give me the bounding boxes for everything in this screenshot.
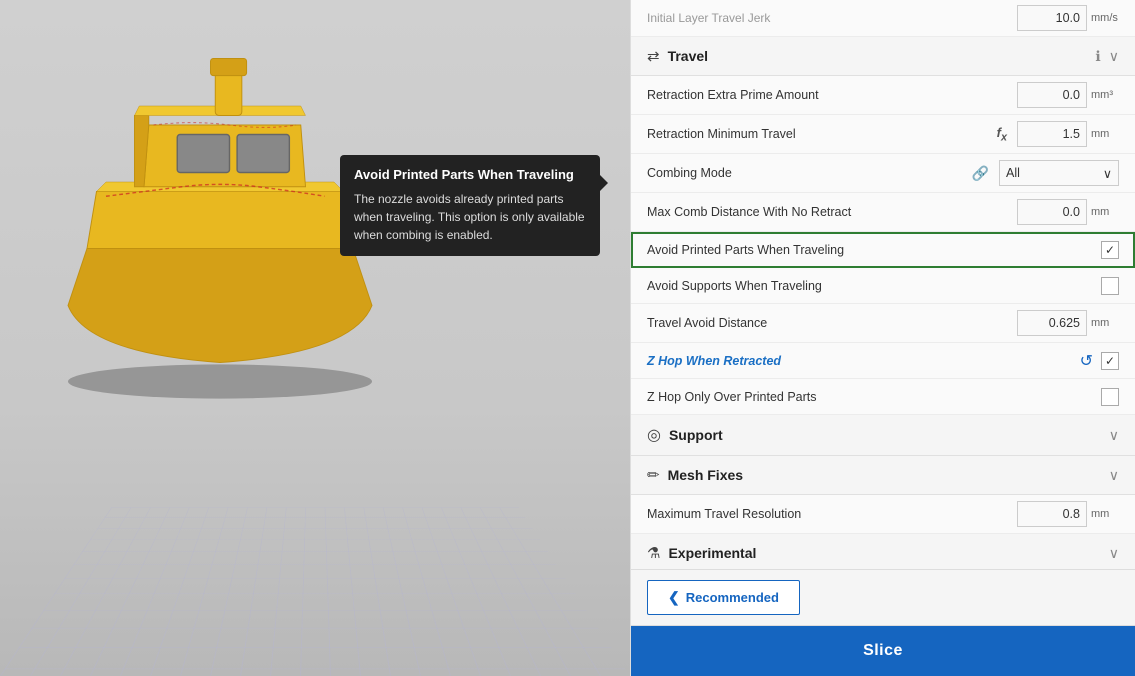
travel-chevron-icon[interactable]: ∨ — [1109, 48, 1119, 65]
max-travel-resolution-input[interactable] — [1017, 501, 1087, 527]
retraction-min-travel-value-group: fx mm — [997, 121, 1119, 147]
retraction-min-travel-input[interactable] — [1017, 121, 1087, 147]
support-icon: ◎ — [647, 425, 661, 445]
recommended-bar: ❮ Recommended — [631, 569, 1135, 625]
travel-section-header[interactable]: ⇄ Travel ℹ ∨ — [631, 37, 1135, 76]
max-travel-resolution-value-group: mm — [1017, 501, 1119, 527]
retraction-extra-prime-input[interactable] — [1017, 82, 1087, 108]
tooltip: Avoid Printed Parts When Traveling The n… — [340, 155, 600, 256]
avoid-supports-row: Avoid Supports When Traveling — [631, 268, 1135, 304]
retraction-extra-prime-value-group: mm³ — [1017, 82, 1119, 108]
retraction-extra-prime-row: Retraction Extra Prime Amount mm³ — [631, 76, 1135, 115]
retraction-min-travel-label: Retraction Minimum Travel — [647, 127, 997, 141]
max-comb-distance-input[interactable] — [1017, 199, 1087, 225]
max-comb-distance-label: Max Comb Distance With No Retract — [647, 205, 1017, 219]
experimental-chevron-icon[interactable]: ∨ — [1109, 545, 1119, 562]
max-travel-resolution-row: Maximum Travel Resolution mm — [631, 495, 1135, 534]
max-travel-resolution-unit: mm — [1091, 508, 1119, 520]
max-comb-distance-value-group: mm — [1017, 199, 1119, 225]
travel-info-icon[interactable]: ℹ — [1095, 48, 1100, 65]
chevron-left-icon: ❮ — [668, 589, 680, 606]
grid-floor — [0, 508, 630, 676]
avoid-printed-parts-value-group: ✓ — [1101, 241, 1119, 259]
settings-scroll-area[interactable]: Initial Layer Travel Jerk mm/s ⇄ Travel … — [631, 0, 1135, 569]
combing-mode-row: Combing Mode 🔗 All ∨ — [631, 154, 1135, 193]
retraction-min-travel-row: Retraction Minimum Travel fx mm — [631, 115, 1135, 154]
fx-icon[interactable]: fx — [997, 125, 1007, 144]
3d-viewport[interactable]: Avoid Printed Parts When Traveling The n… — [0, 0, 630, 676]
mesh-fixes-chevron-icon[interactable]: ∨ — [1109, 467, 1119, 484]
initial-layer-jerk-input[interactable] — [1017, 5, 1087, 31]
initial-layer-jerk-unit: mm/s — [1091, 12, 1119, 24]
mesh-fixes-section-title: Mesh Fixes — [668, 467, 1109, 483]
retraction-extra-prime-unit: mm³ — [1091, 89, 1119, 101]
recommended-btn-label: Recommended — [686, 590, 779, 605]
tooltip-title: Avoid Printed Parts When Traveling — [354, 167, 586, 182]
avoid-supports-label: Avoid Supports When Traveling — [647, 279, 1101, 293]
slice-bar: Slice — [631, 625, 1135, 676]
initial-layer-jerk-row: Initial Layer Travel Jerk mm/s — [631, 0, 1135, 37]
slice-button[interactable]: Slice — [631, 626, 1135, 676]
travel-avoid-distance-input[interactable] — [1017, 310, 1087, 336]
max-comb-distance-row: Max Comb Distance With No Retract mm — [631, 193, 1135, 232]
travel-avoid-distance-unit: mm — [1091, 317, 1119, 329]
link-icon[interactable]: 🔗 — [972, 165, 989, 182]
max-travel-resolution-label: Maximum Travel Resolution — [647, 507, 1017, 521]
initial-layer-jerk-label: Initial Layer Travel Jerk — [647, 11, 1017, 25]
z-hop-over-printed-label: Z Hop Only Over Printed Parts — [647, 390, 1101, 404]
retraction-min-travel-unit: mm — [1091, 128, 1119, 140]
experimental-icon: ⚗ — [647, 544, 660, 562]
travel-avoid-distance-row: Travel Avoid Distance mm — [631, 304, 1135, 343]
z-hop-retracted-value-group: ↺ ✓ — [1080, 351, 1119, 371]
settings-panel: Initial Layer Travel Jerk mm/s ⇄ Travel … — [630, 0, 1135, 676]
retraction-extra-prime-label: Retraction Extra Prime Amount — [647, 88, 1017, 102]
combing-mode-value: All — [1006, 166, 1020, 180]
initial-layer-jerk-value-group: mm/s — [1017, 5, 1119, 31]
z-hop-retracted-checkbox[interactable]: ✓ — [1101, 352, 1119, 370]
avoid-printed-parts-row: Avoid Printed Parts When Traveling ✓ — [631, 232, 1135, 268]
recommended-button[interactable]: ❮ Recommended — [647, 580, 800, 615]
support-section-header[interactable]: ◎ Support ∨ — [631, 415, 1135, 456]
travel-avoid-distance-value-group: mm — [1017, 310, 1119, 336]
experimental-section-header[interactable]: ⚗ Experimental ∨ — [631, 534, 1135, 569]
undo-icon[interactable]: ↺ — [1080, 351, 1093, 371]
mesh-fixes-section-header[interactable]: ✏ Mesh Fixes ∨ — [631, 456, 1135, 495]
z-hop-over-printed-value-group — [1101, 388, 1119, 406]
combing-mode-label: Combing Mode — [647, 166, 972, 180]
z-hop-retracted-label: Z Hop When Retracted — [647, 354, 1080, 368]
travel-icon: ⇄ — [647, 47, 660, 65]
travel-section-title: Travel — [668, 48, 1096, 64]
avoid-supports-value-group — [1101, 277, 1119, 295]
max-comb-distance-unit: mm — [1091, 206, 1119, 218]
avoid-printed-parts-checkbox[interactable]: ✓ — [1101, 241, 1119, 259]
z-hop-over-printed-checkbox[interactable] — [1101, 388, 1119, 406]
tooltip-arrow — [600, 175, 608, 191]
tooltip-body: The nozzle avoids already printed parts … — [354, 190, 586, 244]
z-hop-retracted-row: Z Hop When Retracted ↺ ✓ — [631, 343, 1135, 379]
combing-mode-chevron: ∨ — [1103, 166, 1112, 181]
support-chevron-icon[interactable]: ∨ — [1109, 427, 1119, 444]
mesh-fixes-icon: ✏ — [647, 466, 660, 484]
avoid-printed-parts-label: Avoid Printed Parts When Traveling — [647, 243, 1101, 257]
z-hop-over-printed-row: Z Hop Only Over Printed Parts — [631, 379, 1135, 415]
combing-mode-select[interactable]: All ∨ — [999, 160, 1119, 186]
experimental-section-title: Experimental — [668, 545, 1108, 561]
support-section-title: Support — [669, 427, 1109, 443]
combing-mode-value-group: 🔗 All ∨ — [972, 160, 1119, 186]
travel-avoid-distance-label: Travel Avoid Distance — [647, 316, 1017, 330]
avoid-supports-checkbox[interactable] — [1101, 277, 1119, 295]
